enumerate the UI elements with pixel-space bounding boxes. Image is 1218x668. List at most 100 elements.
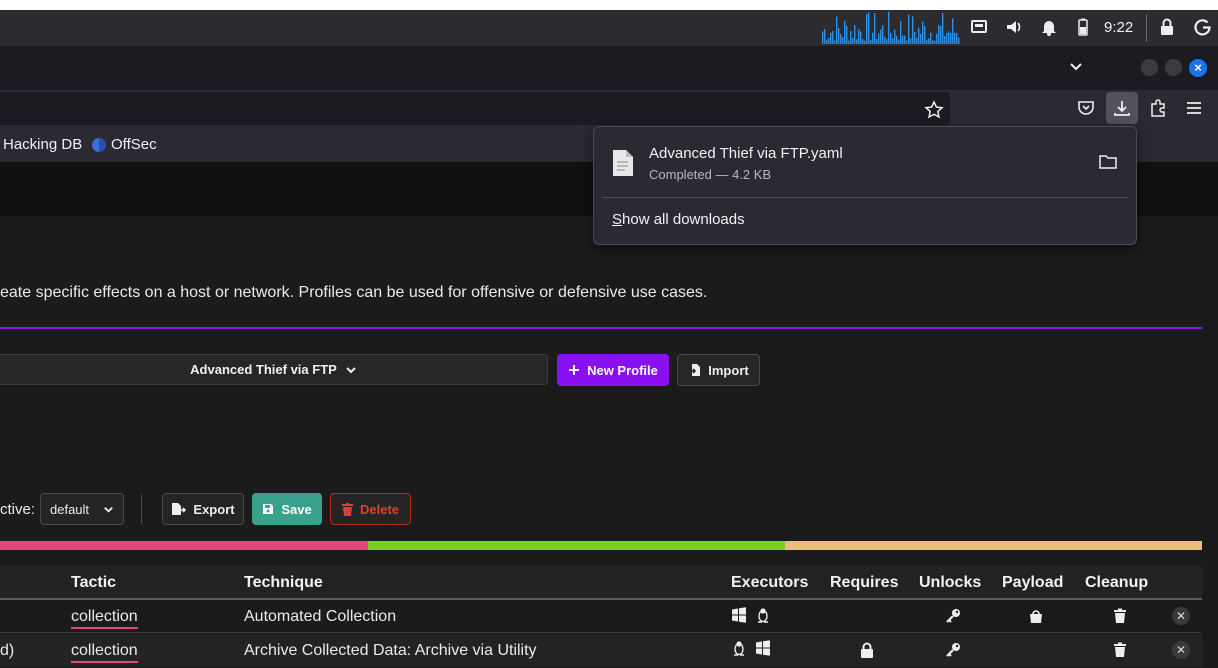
export-button[interactable]: Export: [162, 493, 244, 525]
audio-level-bar: [914, 32, 916, 44]
audio-level-bar: [844, 20, 846, 44]
save-label: Save: [281, 501, 312, 517]
new-profile-button[interactable]: New Profile: [557, 354, 669, 386]
column-header-requires[interactable]: Requires: [830, 574, 898, 592]
show-in-folder-icon[interactable]: [1099, 154, 1117, 170]
technique-name: Automated Collection: [244, 608, 397, 625]
audio-level-bar: [932, 40, 934, 44]
audio-level-bar: [912, 16, 914, 44]
adversary-select[interactable]: default: [40, 493, 124, 525]
battery-icon[interactable]: [1073, 17, 1093, 37]
download-arrow-icon: [1114, 101, 1130, 116]
audio-level-bar: [824, 29, 826, 44]
maximize-button[interactable]: [1165, 59, 1182, 76]
browser-title-bar: ×: [0, 46, 1218, 90]
minimize-button[interactable]: [1141, 59, 1158, 76]
audio-level-bar: [956, 32, 958, 44]
audio-level-bar: [894, 29, 896, 44]
column-header-cleanup[interactable]: Cleanup: [1085, 574, 1148, 592]
file-import-icon: [688, 364, 701, 376]
ability-name[interactable]: d): [0, 642, 14, 660]
network-icon[interactable]: [969, 17, 989, 37]
system-bar: 9:22: [0, 10, 1218, 46]
audio-level-bar: [886, 39, 888, 44]
audio-level-bar: [892, 38, 894, 44]
import-button[interactable]: Import: [677, 354, 760, 386]
audio-level-bar: [900, 21, 902, 44]
tactic-distribution-bar: [0, 541, 1202, 550]
bookmark-star-icon[interactable]: [924, 100, 944, 120]
column-header-executors[interactable]: Executors: [731, 574, 808, 592]
column-header-payload[interactable]: Payload: [1002, 574, 1063, 592]
adversary-active-label: ctive:: [0, 501, 36, 518]
export-label: Export: [193, 501, 235, 517]
access-key-letter: S: [612, 211, 623, 228]
bookmark-offsec[interactable]: OffSec: [92, 136, 157, 153]
audio-level-bar: [834, 40, 836, 44]
tactic-link[interactable]: collection: [71, 642, 138, 663]
remove-row-button[interactable]: ✕: [1172, 607, 1190, 625]
download-file-name[interactable]: Advanced Thief via FTP.yaml: [649, 145, 843, 162]
payload-bag-icon: [1030, 610, 1042, 623]
table-row[interactable]: d) collection Archive Collected Data: Ar…: [0, 634, 1202, 667]
navigation-bar: [0, 90, 1218, 126]
audio-level-bar: [852, 38, 854, 44]
bookmark-hacking-db[interactable]: Hacking DB: [3, 136, 82, 153]
audio-level-bar: [910, 37, 912, 44]
divider: [602, 197, 1128, 198]
clock[interactable]: 9:22: [1104, 19, 1133, 36]
audio-level-bar: [946, 32, 948, 44]
save-button[interactable]: Save: [252, 493, 322, 525]
top-strip: [0, 0, 1218, 10]
audio-level-bar: [872, 32, 874, 44]
audio-level-bar: [882, 25, 884, 44]
audio-level-bar: [856, 39, 858, 44]
audio-level-bar: [836, 16, 838, 44]
audio-level-bar: [854, 25, 856, 44]
profile-select[interactable]: Advanced Thief via FTP: [0, 354, 548, 385]
column-header-technique[interactable]: Technique: [244, 574, 323, 592]
lock-icon[interactable]: [1157, 17, 1177, 37]
power-icon[interactable]: [1193, 17, 1213, 37]
audio-level-bar: [870, 39, 872, 44]
audio-level-bar: [880, 29, 882, 44]
audio-level-bar: [842, 36, 844, 44]
divider: [1146, 14, 1147, 42]
section-divider: [0, 327, 1202, 329]
tactic-link[interactable]: collection: [71, 608, 138, 629]
extensions-puzzle-icon[interactable]: [1148, 98, 1168, 118]
audio-level-bar: [938, 24, 940, 44]
audio-level-bar: [888, 11, 890, 44]
audio-level-bar: [822, 31, 824, 44]
audio-level-bar: [866, 13, 868, 44]
downloads-button[interactable]: [1106, 92, 1138, 124]
delete-button[interactable]: Delete: [330, 493, 411, 525]
volume-icon[interactable]: [1004, 17, 1024, 37]
audio-visualizer: [822, 11, 960, 44]
column-header-tactic[interactable]: Tactic: [71, 574, 116, 592]
list-tabs-chevron-icon[interactable]: [1068, 58, 1084, 74]
url-bar[interactable]: [0, 92, 950, 125]
download-status: Completed — 4.2 KB: [649, 167, 772, 182]
audio-level-bar: [840, 33, 842, 44]
close-window-button[interactable]: ×: [1189, 59, 1207, 77]
show-all-downloads-button[interactable]: Show all downloads: [612, 211, 745, 228]
new-profile-label: New Profile: [587, 362, 658, 378]
hamburger-menu-icon[interactable]: [1184, 98, 1204, 118]
notification-bell-icon[interactable]: [1039, 17, 1059, 37]
audio-level-bar: [934, 40, 936, 44]
table-row[interactable]: collection Automated Collection ✕: [0, 600, 1202, 633]
audio-level-bar: [948, 31, 950, 44]
audio-level-bar: [896, 35, 898, 44]
tactic-bar-segment: [367, 541, 785, 550]
audio-level-bar: [864, 40, 866, 44]
audio-level-bar: [918, 27, 920, 44]
pocket-icon[interactable]: [1076, 98, 1096, 118]
remove-row-button[interactable]: ✕: [1172, 641, 1190, 659]
trash-icon: [1114, 642, 1126, 657]
tactic-bar-segment: [0, 541, 368, 550]
plus-icon: [569, 365, 580, 375]
column-header-unlocks[interactable]: Unlocks: [919, 574, 981, 592]
floppy-disk-icon: [263, 504, 274, 514]
audio-level-bar: [926, 39, 928, 44]
